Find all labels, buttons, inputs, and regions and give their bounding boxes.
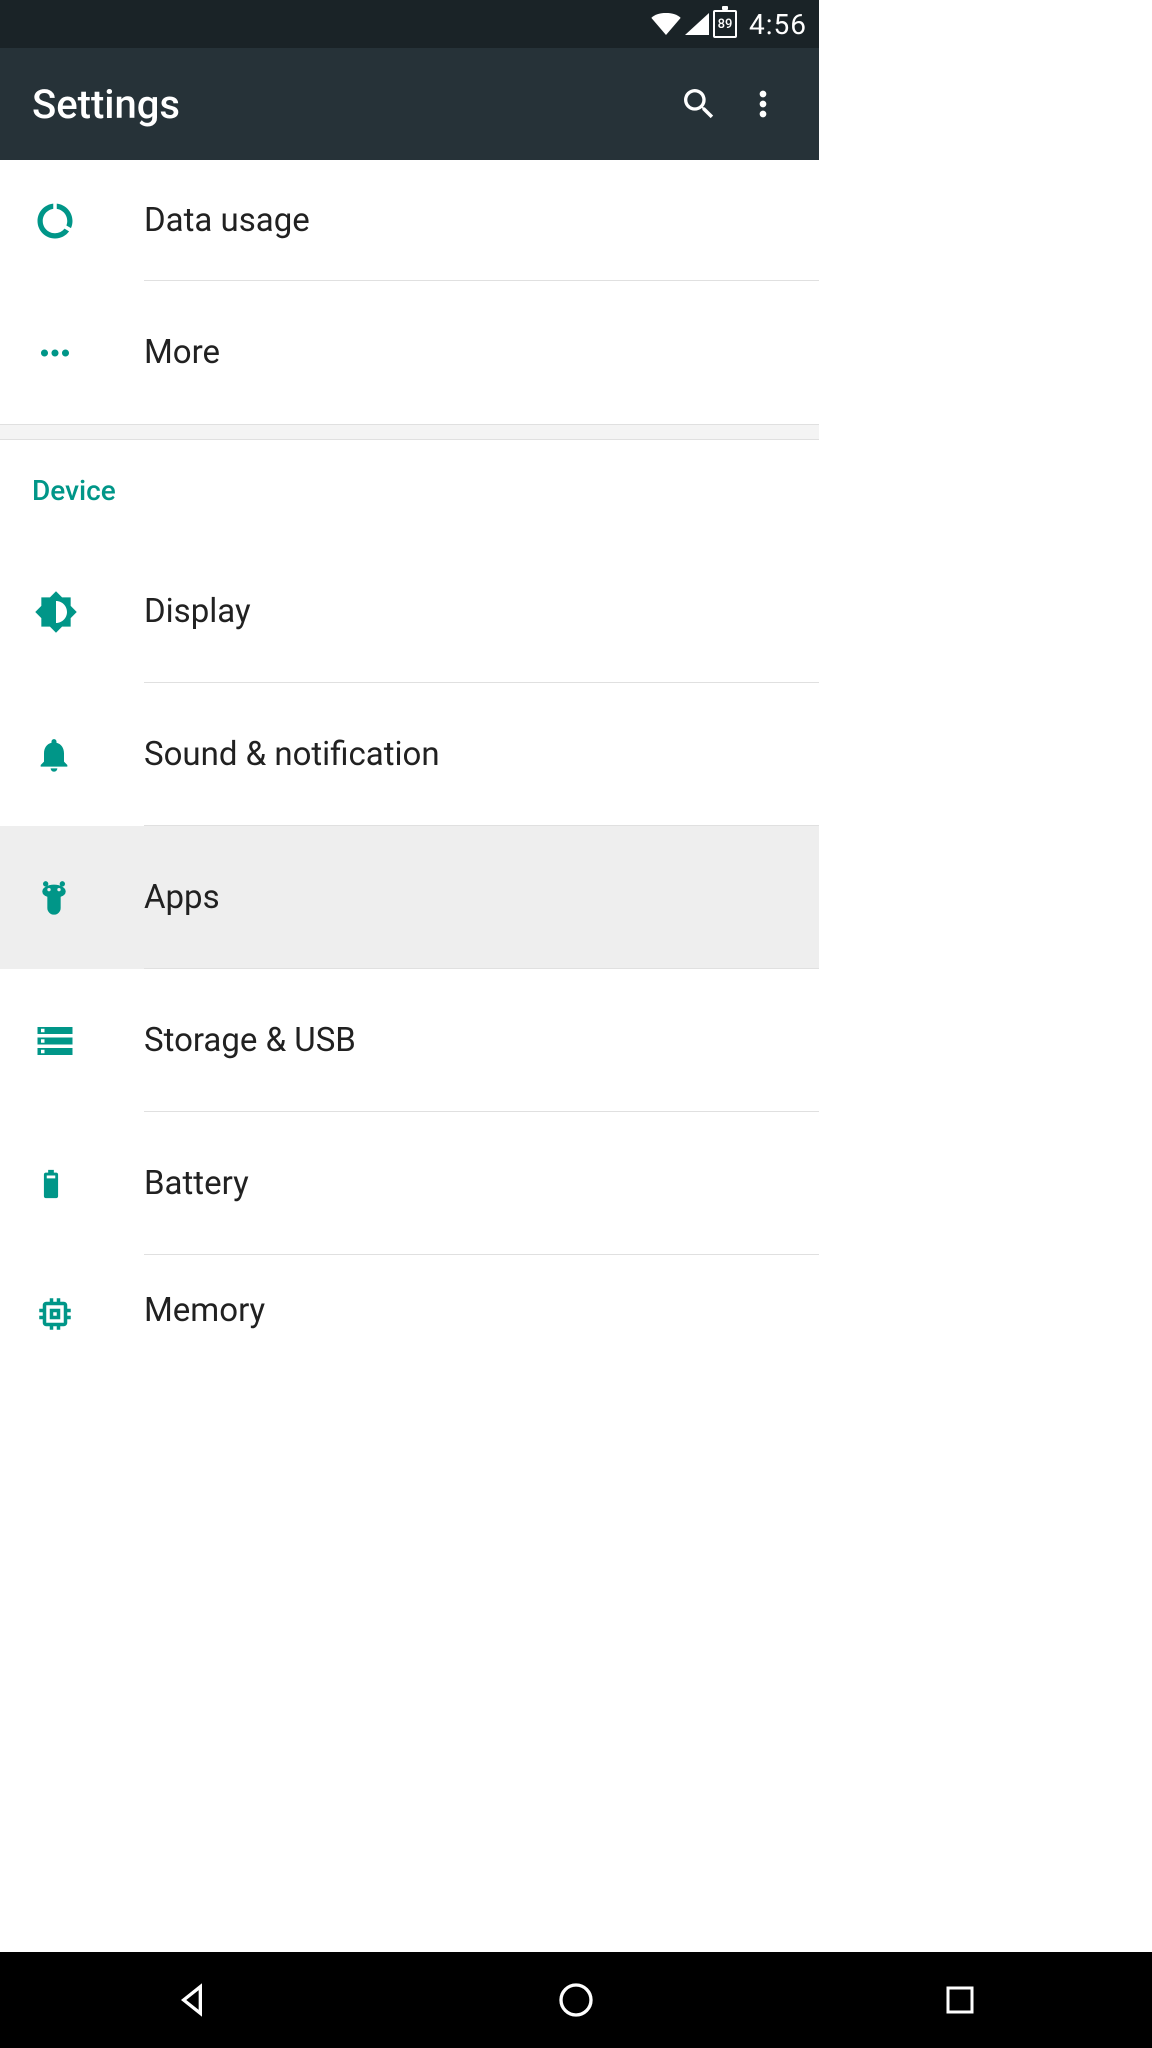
settings-item-more[interactable]: More	[0, 281, 819, 424]
status-bar: 89 4:56	[0, 0, 819, 48]
sound-icon	[34, 733, 74, 777]
data-usage-icon	[34, 200, 76, 242]
display-icon	[34, 590, 78, 634]
settings-item-apps[interactable]: Apps	[0, 826, 819, 969]
settings-item-label: Display	[144, 592, 251, 631]
settings-item-storage[interactable]: Storage & USB	[0, 969, 819, 1112]
app-bar: Settings	[0, 48, 819, 160]
settings-list: Data usage More Device Display Sound & n…	[0, 160, 819, 1345]
settings-item-label: Storage & USB	[144, 1021, 356, 1060]
settings-item-battery[interactable]: Battery	[0, 1112, 819, 1255]
nav-recent-button[interactable]	[880, 1952, 1040, 2048]
settings-item-label: Memory	[144, 1291, 265, 1330]
section-header-device: Device	[0, 440, 819, 540]
status-icons: 89	[651, 10, 737, 38]
settings-item-label: Data usage	[144, 201, 310, 240]
nav-home-button[interactable]	[496, 1952, 656, 2048]
wifi-icon	[651, 13, 681, 35]
battery-icon: 89	[713, 10, 737, 38]
search-button[interactable]	[667, 72, 731, 136]
more-vert-icon	[743, 84, 783, 124]
back-icon	[172, 1980, 212, 2020]
settings-item-label: Battery	[144, 1164, 249, 1203]
settings-item-label: Apps	[144, 878, 220, 917]
settings-item-sound[interactable]: Sound & notification	[0, 683, 819, 826]
navigation-bar	[0, 1952, 1152, 2048]
settings-item-data-usage[interactable]: Data usage	[0, 160, 819, 281]
settings-item-label: Sound & notification	[144, 735, 440, 774]
page-title: Settings	[32, 81, 667, 128]
memory-icon	[34, 1293, 76, 1335]
cellular-icon	[685, 13, 709, 35]
settings-item-memory[interactable]: Memory	[0, 1255, 819, 1345]
storage-icon	[34, 1020, 76, 1062]
section-divider	[0, 424, 819, 440]
search-icon	[679, 84, 719, 124]
recent-icon	[942, 1982, 978, 2018]
nav-back-button[interactable]	[112, 1952, 272, 2048]
settings-item-display[interactable]: Display	[0, 540, 819, 683]
apps-icon	[34, 876, 74, 920]
more-icon	[34, 332, 76, 374]
settings-item-label: More	[144, 333, 220, 372]
home-icon	[556, 1980, 596, 2020]
status-clock: 4:56	[749, 8, 807, 41]
battery-icon	[34, 1162, 68, 1206]
overflow-button[interactable]	[731, 72, 795, 136]
